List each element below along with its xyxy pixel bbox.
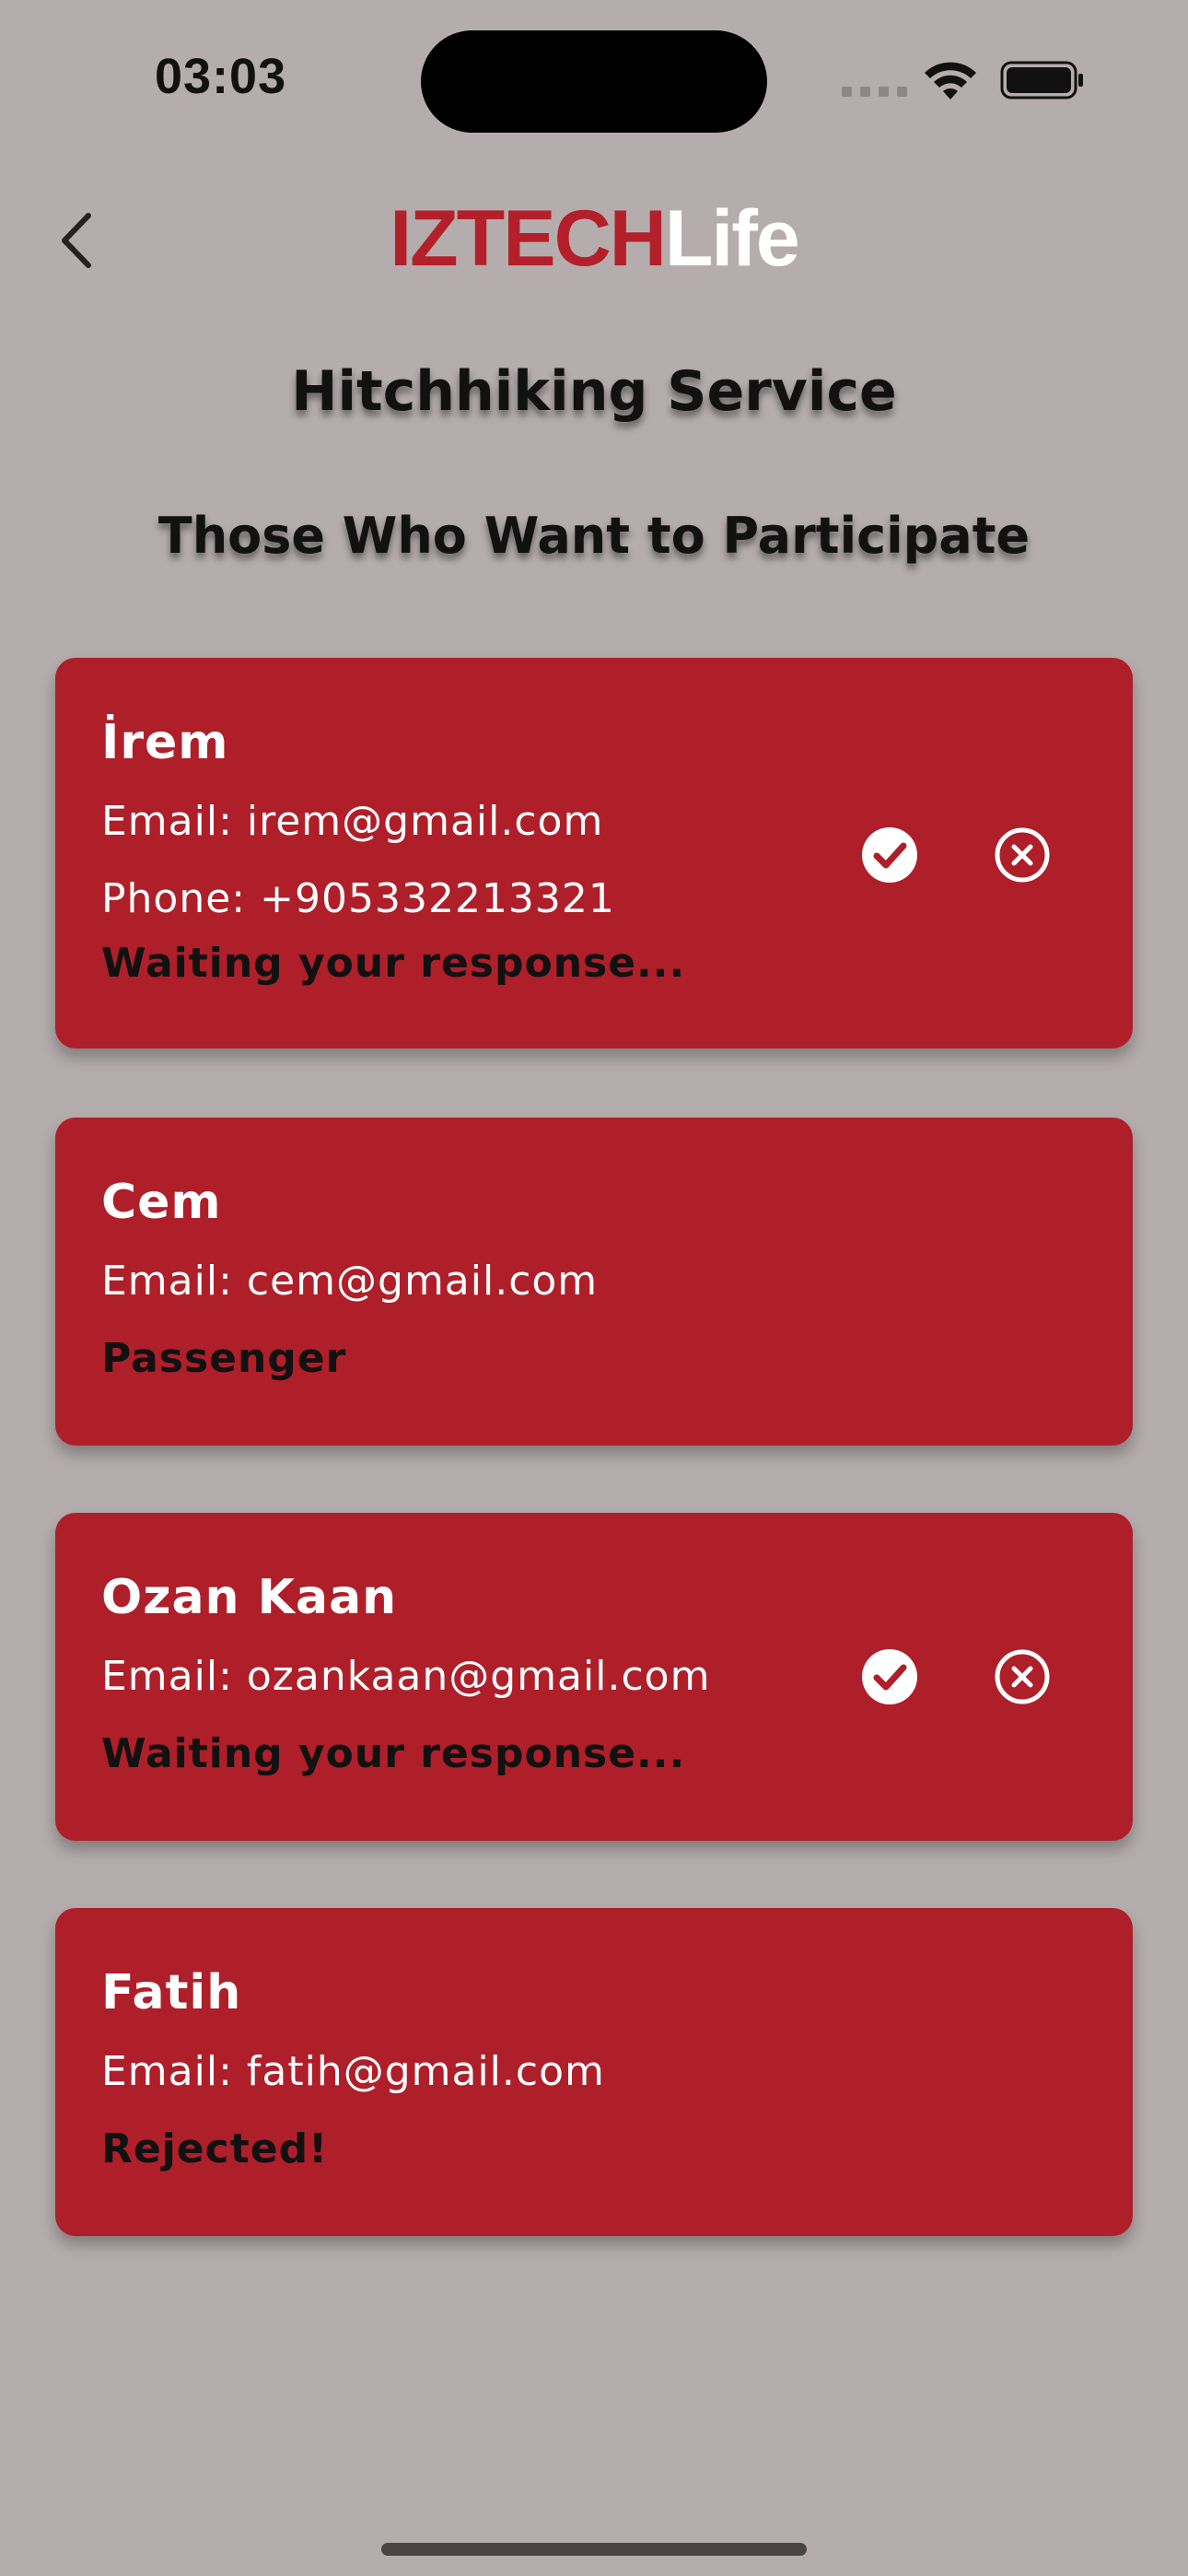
participant-status: Waiting your response... (101, 1730, 686, 1777)
participant-email: Email: cem@gmail.com (101, 1258, 599, 1305)
participant-status: Passenger (101, 1335, 347, 1382)
participant-phone: Phone: +905332213321 (101, 875, 615, 922)
participant-email: Email: fatih@gmail.com (101, 2048, 605, 2095)
participant-card: Cem Email: cem@gmail.com Passenger (55, 1118, 1133, 1446)
participant-card: Fatih Email: fatih@gmail.com Rejected! (55, 1908, 1133, 2236)
dynamic-island (421, 30, 767, 133)
participant-email: Email: irem@gmail.com (101, 798, 604, 845)
participant-status: Rejected! (101, 2125, 329, 2172)
reject-button[interactable] (993, 1647, 1052, 1706)
participant-card: Ozan Kaan Email: ozankaan@gmail.com Wait… (55, 1513, 1133, 1841)
wifi-icon (925, 62, 976, 100)
page-title: Hitchhiking Service (291, 359, 897, 424)
participant-card: İrem Email: irem@gmail.com Phone: +90533… (55, 658, 1133, 1048)
participant-name: Fatih (101, 1965, 242, 2020)
participant-email: Email: ozankaan@gmail.com (101, 1653, 711, 1700)
participant-name: İrem (101, 715, 229, 770)
reject-button[interactable] (993, 825, 1052, 884)
home-indicator[interactable] (381, 2543, 807, 2556)
participant-status: Waiting your response... (101, 940, 686, 987)
section-title: Those Who Want to Participate (157, 507, 1031, 565)
app-logo: IZTECHLife (0, 193, 1188, 285)
logo-red-text: IZTECH (390, 194, 667, 283)
battery-icon (1000, 61, 1083, 100)
participant-name: Ozan Kaan (101, 1570, 398, 1625)
participant-name: Cem (101, 1175, 222, 1230)
status-time: 03:03 (155, 49, 287, 104)
accept-button[interactable] (860, 825, 919, 884)
accept-button[interactable] (860, 1647, 919, 1706)
cellular-signal-icon (842, 87, 907, 97)
logo-white-text: Life (664, 194, 800, 283)
